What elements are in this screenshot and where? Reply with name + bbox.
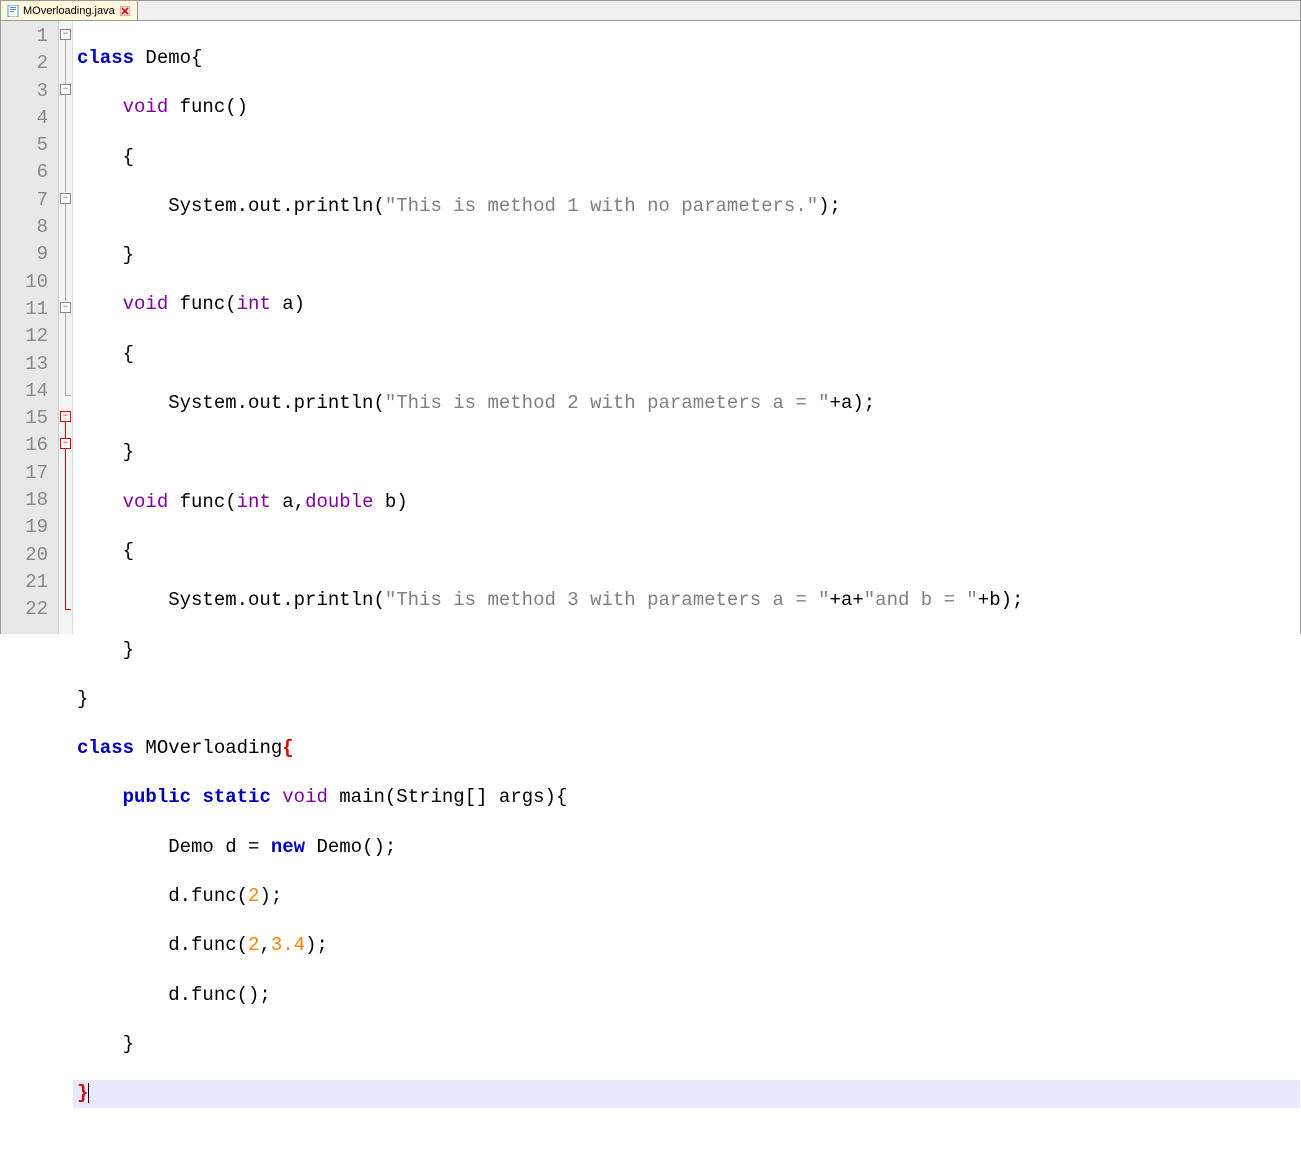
code-line[interactable]: void func(int a) <box>73 291 1300 318</box>
line-number: 12 <box>1 323 58 350</box>
code-line[interactable]: { <box>73 341 1300 368</box>
tab-bar: MOverloading.java <box>1 1 1300 21</box>
line-number: 17 <box>1 460 58 487</box>
line-number: 2 <box>1 50 58 77</box>
fold-toggle-icon[interactable]: − <box>60 84 71 95</box>
code-line[interactable]: d.func(2); <box>73 883 1300 910</box>
tab-filename: MOverloading.java <box>23 5 115 17</box>
line-number: 14 <box>1 378 58 405</box>
code-line-active[interactable]: } <box>73 1080 1300 1107</box>
line-number: 19 <box>1 514 58 541</box>
line-number-gutter: 1 2 3 4 5 6 7 8 9 10 11 12 13 14 15 16 1… <box>1 21 59 634</box>
fold-toggle-icon[interactable]: − <box>60 193 71 204</box>
code-line[interactable]: void func(int a,double b) <box>73 489 1300 516</box>
code-line[interactable]: System.out.println("This is method 2 wit… <box>73 390 1300 417</box>
line-number: 13 <box>1 351 58 378</box>
line-number: 20 <box>1 542 58 569</box>
code-line[interactable]: d.func(); <box>73 982 1300 1009</box>
fold-toggle-icon[interactable]: − <box>60 29 71 40</box>
line-number: 21 <box>1 569 58 596</box>
line-number: 6 <box>1 159 58 186</box>
code-editor[interactable]: 1 2 3 4 5 6 7 8 9 10 11 12 13 14 15 16 1… <box>1 21 1300 634</box>
code-line[interactable]: } <box>73 686 1300 713</box>
line-number: 22 <box>1 596 58 623</box>
fold-end <box>65 395 71 396</box>
fold-guide <box>65 313 66 395</box>
line-number: 5 <box>1 132 58 159</box>
code-line[interactable]: } <box>73 1031 1300 1058</box>
line-number: 18 <box>1 487 58 514</box>
line-number: 1 <box>1 23 58 50</box>
line-number: 9 <box>1 241 58 268</box>
code-line[interactable]: { <box>73 144 1300 171</box>
line-number: 8 <box>1 214 58 241</box>
line-number: 11 <box>1 296 58 323</box>
fold-guide <box>65 40 66 85</box>
line-number: 10 <box>1 269 58 296</box>
file-tab[interactable]: MOverloading.java <box>1 1 138 20</box>
code-line[interactable]: } <box>73 242 1300 269</box>
code-line[interactable]: Demo d = new Demo(); <box>73 834 1300 861</box>
text-caret <box>88 1083 89 1103</box>
line-number: 15 <box>1 405 58 432</box>
line-number: 3 <box>1 78 58 105</box>
fold-toggle-icon[interactable]: − <box>60 438 71 449</box>
code-line[interactable]: { <box>73 538 1300 565</box>
code-line[interactable]: void func() <box>73 94 1300 121</box>
fold-toggle-icon[interactable]: − <box>60 411 71 422</box>
fold-toggle-icon[interactable]: − <box>60 302 71 313</box>
code-line[interactable]: class Demo{ <box>73 45 1300 72</box>
fold-guide <box>65 449 66 609</box>
code-line[interactable]: public static void main(String[] args){ <box>73 784 1300 811</box>
fold-end <box>65 609 71 610</box>
line-number: 4 <box>1 105 58 132</box>
fold-guide <box>65 422 66 439</box>
code-line[interactable]: } <box>73 439 1300 466</box>
code-line[interactable]: d.func(2,3.4); <box>73 932 1300 959</box>
code-content[interactable]: class Demo{ void func() { System.out.pri… <box>73 21 1300 634</box>
code-line[interactable]: } <box>73 637 1300 664</box>
code-line[interactable]: class MOverloading{ <box>73 735 1300 762</box>
fold-column: − − − − − − <box>59 21 73 634</box>
close-icon[interactable] <box>119 5 131 17</box>
fold-guide <box>65 204 66 301</box>
line-number: 16 <box>1 432 58 459</box>
fold-guide <box>65 95 66 192</box>
java-file-icon <box>7 5 19 17</box>
code-line[interactable]: System.out.println("This is method 3 wit… <box>73 587 1300 614</box>
code-line[interactable]: System.out.println("This is method 1 wit… <box>73 193 1300 220</box>
line-number: 7 <box>1 187 58 214</box>
